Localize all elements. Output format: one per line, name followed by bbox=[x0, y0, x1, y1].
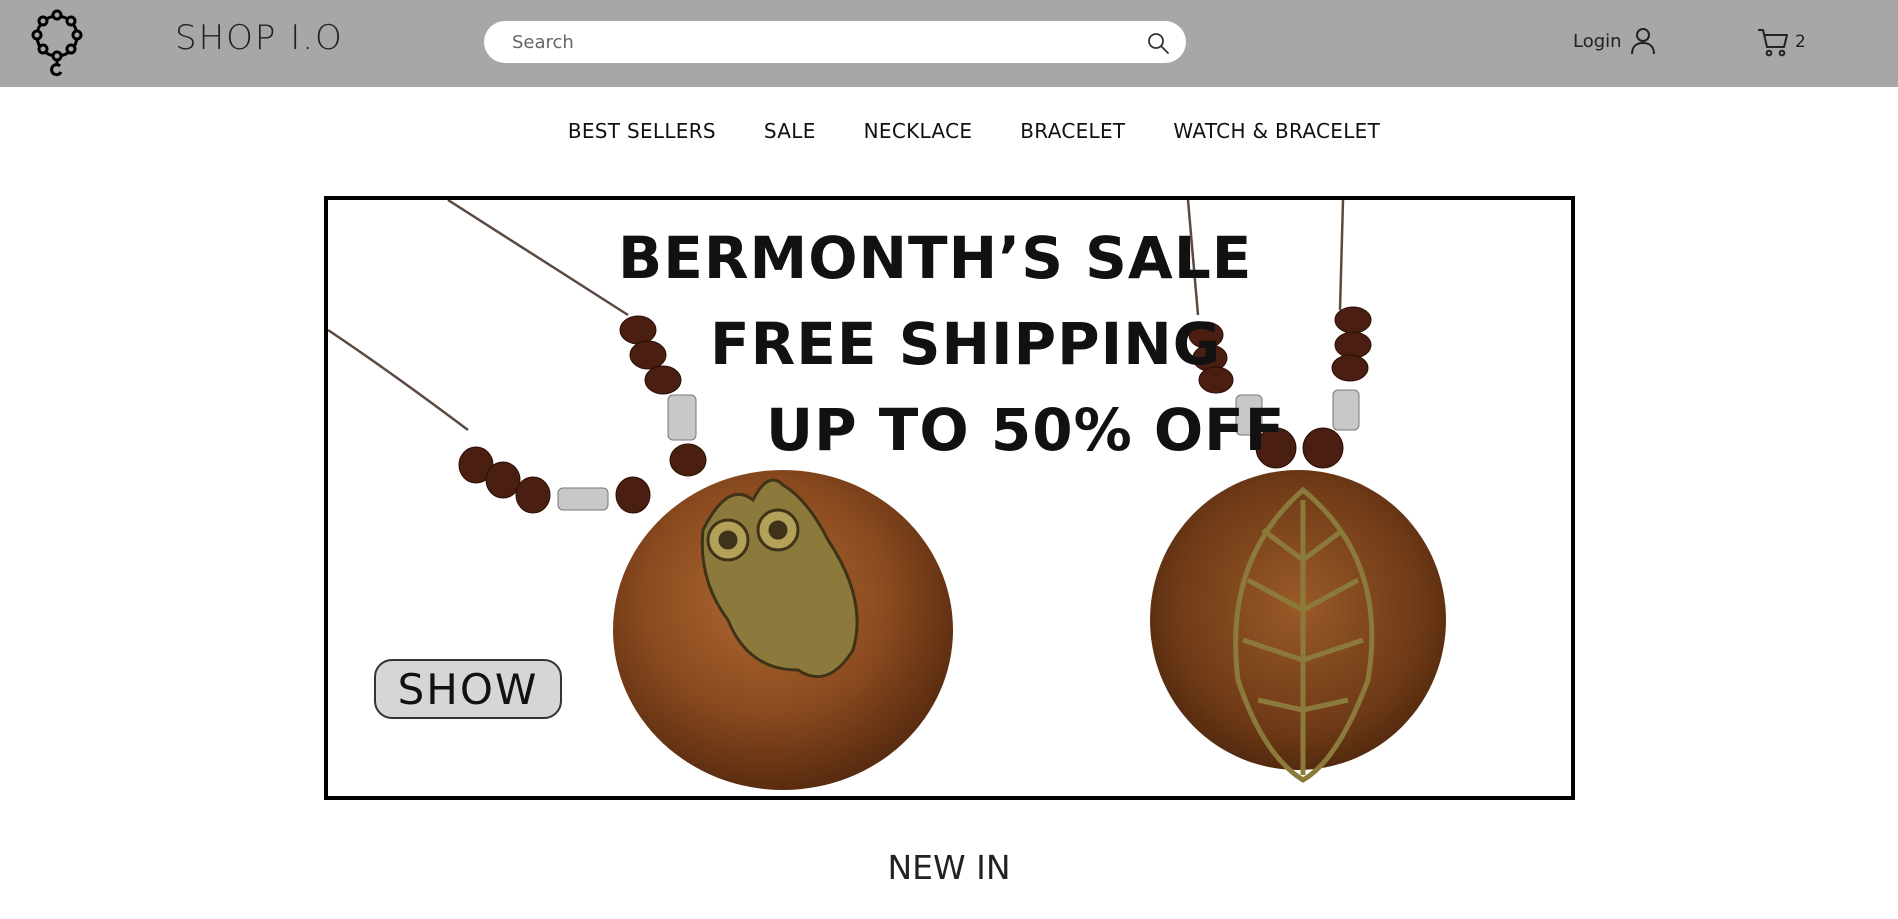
cart-icon bbox=[1758, 29, 1788, 57]
nav-item-bracelet[interactable]: BRACELET bbox=[1020, 119, 1125, 143]
nav-item-necklace[interactable]: NECKLACE bbox=[864, 119, 973, 143]
nav-item-best-sellers[interactable]: BEST SELLERS bbox=[568, 119, 716, 143]
cart-count: 2 bbox=[1795, 32, 1806, 52]
cart-button[interactable]: 2 bbox=[1757, 26, 1806, 58]
nav-item-sale[interactable]: SALE bbox=[764, 119, 816, 143]
promo-banner: BERMONTH’S SALE FREE SHIPPING UP TO 50% … bbox=[324, 196, 1575, 800]
search-input[interactable] bbox=[510, 31, 1114, 54]
banner-headline-line-2: FREE SHIPPING bbox=[710, 310, 1222, 378]
site-header: SHOP I.O Login 2 bbox=[0, 0, 1898, 87]
login-label: Login bbox=[1573, 30, 1622, 52]
section-title-new-in: NEW IN bbox=[887, 848, 1011, 887]
banner-headline-line-3: UP TO 50% OFF bbox=[766, 396, 1286, 464]
login-link[interactable]: Login bbox=[1573, 26, 1656, 56]
show-button[interactable]: SHOW bbox=[374, 659, 562, 719]
user-icon bbox=[1630, 28, 1655, 55]
search-bar bbox=[484, 21, 1186, 63]
category-nav: BEST SELLERS SALE NECKLACE BRACELET WATC… bbox=[0, 119, 1898, 143]
banner-headline-line-1: BERMONTH’S SALE bbox=[618, 224, 1253, 292]
search-icon[interactable] bbox=[1146, 31, 1170, 55]
nav-item-watch-bracelet[interactable]: WATCH & BRACELET bbox=[1173, 119, 1380, 143]
bead-bracelet-logo-icon[interactable] bbox=[26, 6, 88, 78]
brand-name[interactable]: SHOP I.O bbox=[175, 18, 344, 58]
